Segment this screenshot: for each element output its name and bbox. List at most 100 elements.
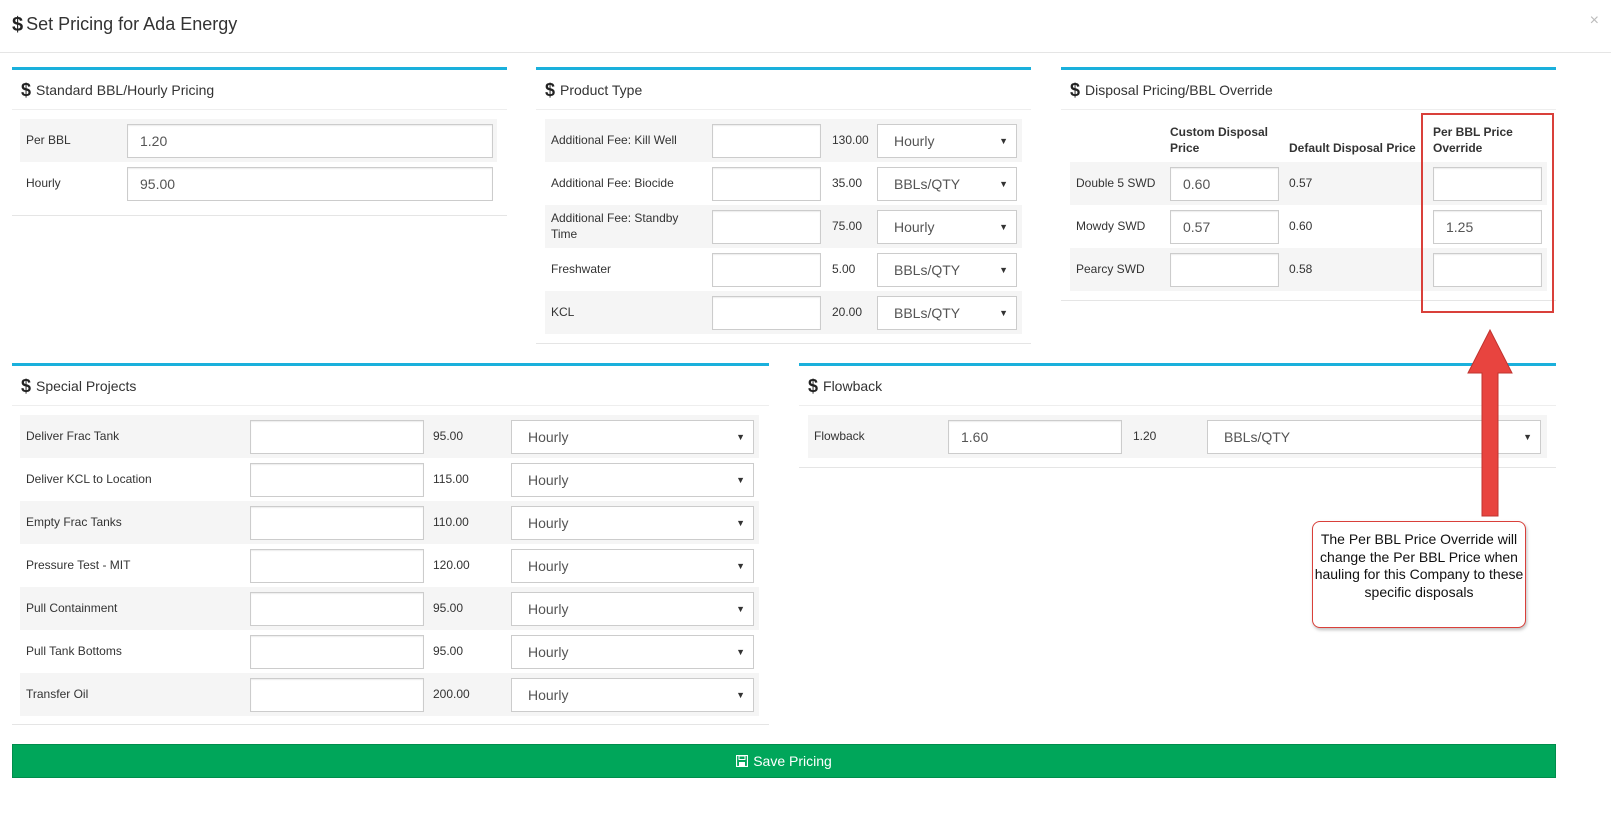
panel-title: Standard BBL/Hourly Pricing bbox=[36, 81, 215, 98]
dollar-icon: $ bbox=[12, 13, 24, 36]
row-label: Double 5 SWD bbox=[1076, 176, 1156, 190]
flowback-price-input[interactable] bbox=[948, 420, 1122, 454]
chevron-down-icon: ▼ bbox=[1523, 432, 1532, 442]
unit-select[interactable]: Hourly ▼ bbox=[511, 506, 754, 540]
unit-value: Hourly bbox=[528, 558, 569, 574]
custom-price-input[interactable] bbox=[1170, 210, 1279, 244]
product-row: Additional Fee: Biocide 35.00 BBLs/QTY ▼ bbox=[545, 162, 1022, 205]
default-price: 0.58 bbox=[1289, 262, 1313, 276]
unit-select[interactable]: Hourly ▼ bbox=[511, 420, 754, 454]
chevron-down-icon: ▼ bbox=[736, 475, 745, 485]
unit-value: Hourly bbox=[528, 429, 569, 445]
special-price-input[interactable] bbox=[250, 420, 424, 454]
special-row: Deliver KCL to Location 115.00 Hourly ▼ bbox=[20, 458, 759, 501]
chevron-down-icon: ▼ bbox=[736, 690, 745, 700]
product-row: KCL 20.00 BBLs/QTY ▼ bbox=[545, 291, 1022, 334]
unit-value: BBLs/QTY bbox=[894, 176, 961, 192]
row-label: Pull Tank Bottoms bbox=[26, 644, 122, 658]
custom-price-input[interactable] bbox=[1170, 253, 1279, 287]
unit-select[interactable]: Hourly ▼ bbox=[877, 124, 1017, 158]
default-price: 75.00 bbox=[832, 219, 863, 233]
special-price-input[interactable] bbox=[250, 549, 424, 583]
modal-header: $ Set Pricing for Ada Energy × bbox=[0, 0, 1611, 53]
unit-value: Hourly bbox=[528, 515, 569, 531]
special-price-input[interactable] bbox=[250, 635, 424, 669]
unit-select[interactable]: Hourly ▼ bbox=[511, 549, 754, 583]
special-price-input[interactable] bbox=[250, 463, 424, 497]
chevron-down-icon: ▼ bbox=[999, 136, 1008, 146]
annotation-callout: The Per BBL Price Override will change t… bbox=[1312, 521, 1526, 628]
default-price: 95.00 bbox=[433, 601, 464, 615]
unit-select[interactable]: BBLs/QTY ▼ bbox=[877, 167, 1017, 201]
unit-select[interactable]: Hourly ▼ bbox=[511, 678, 754, 712]
floppy-disk-icon bbox=[736, 755, 749, 767]
default-price: 95.00 bbox=[433, 644, 464, 658]
per-bbl-input[interactable] bbox=[127, 124, 493, 158]
special-projects-heading: $ Special Projects bbox=[12, 366, 769, 406]
chevron-down-icon: ▼ bbox=[736, 561, 745, 571]
dollar-icon: $ bbox=[1070, 79, 1081, 100]
standard-pricing-heading: $ Standard BBL/Hourly Pricing bbox=[12, 70, 507, 110]
dollar-icon: $ bbox=[808, 375, 819, 396]
chevron-down-icon: ▼ bbox=[999, 179, 1008, 189]
special-row: Transfer Oil 200.00 Hourly ▼ bbox=[20, 673, 759, 716]
default-price: 110.00 bbox=[433, 515, 469, 529]
unit-select[interactable]: BBLs/QTY ▼ bbox=[877, 253, 1017, 287]
unit-value: BBLs/QTY bbox=[894, 305, 961, 321]
product-row: Additional Fee: Kill Well 130.00 Hourly ▼ bbox=[545, 119, 1022, 162]
product-fee-input[interactable] bbox=[712, 124, 821, 158]
callout-arrow bbox=[1467, 328, 1513, 517]
special-price-input[interactable] bbox=[250, 678, 424, 712]
product-fee-input[interactable] bbox=[712, 210, 821, 244]
special-row: Pull Containment 95.00 Hourly ▼ bbox=[20, 587, 759, 630]
special-price-input[interactable] bbox=[250, 506, 424, 540]
unit-value: Hourly bbox=[528, 472, 569, 488]
row-label: Deliver Frac Tank bbox=[26, 429, 120, 443]
unit-select[interactable]: Hourly ▼ bbox=[511, 635, 754, 669]
special-row: Pressure Test - MIT 120.00 Hourly ▼ bbox=[20, 544, 759, 587]
row-label: Hourly bbox=[26, 176, 61, 190]
default-price: 200.00 bbox=[433, 687, 470, 701]
chevron-down-icon: ▼ bbox=[736, 432, 745, 442]
unit-select[interactable]: BBLs/QTY ▼ bbox=[877, 296, 1017, 330]
unit-value: Hourly bbox=[528, 687, 569, 703]
dollar-icon: $ bbox=[21, 79, 32, 100]
unit-select[interactable]: Hourly ▼ bbox=[877, 210, 1017, 244]
default-price: 120.00 bbox=[433, 558, 470, 572]
chevron-down-icon: ▼ bbox=[999, 222, 1008, 232]
row-label: KCL bbox=[551, 305, 575, 319]
flowback-row: Flowback 1.20 BBLs/QTY ▼ bbox=[808, 415, 1547, 458]
modal-title: $ Set Pricing for Ada Energy bbox=[12, 14, 237, 35]
standard-row-per-bbl: Per BBL bbox=[20, 119, 497, 162]
default-price: 95.00 bbox=[433, 429, 464, 443]
flowback-heading: $ Flowback bbox=[799, 366, 1556, 406]
unit-select[interactable]: Hourly ▼ bbox=[511, 592, 754, 626]
default-price: 5.00 bbox=[832, 262, 856, 276]
product-fee-input[interactable] bbox=[712, 253, 821, 287]
panel-title: Special Projects bbox=[36, 377, 137, 394]
unit-select[interactable]: Hourly ▼ bbox=[511, 463, 754, 497]
unit-value: Hourly bbox=[528, 644, 569, 660]
modal-title-text: Set Pricing for Ada Energy bbox=[26, 14, 238, 34]
default-price: 130.00 bbox=[832, 133, 869, 147]
default-price: 0.57 bbox=[1289, 176, 1313, 190]
custom-price-input[interactable] bbox=[1170, 167, 1279, 201]
override-highlight-box bbox=[1421, 113, 1554, 313]
chevron-down-icon: ▼ bbox=[736, 604, 745, 614]
row-label: Per BBL bbox=[26, 133, 71, 147]
product-fee-input[interactable] bbox=[712, 167, 821, 201]
chevron-down-icon: ▼ bbox=[736, 518, 745, 528]
special-price-input[interactable] bbox=[250, 592, 424, 626]
hourly-input[interactable] bbox=[127, 167, 493, 201]
default-price: 35.00 bbox=[832, 176, 863, 190]
product-row: Additional Fee: Standby Time 75.00 Hourl… bbox=[545, 205, 1022, 248]
row-label: Empty Frac Tanks bbox=[26, 515, 122, 529]
product-fee-input[interactable] bbox=[712, 296, 821, 330]
close-button[interactable]: × bbox=[1590, 12, 1599, 30]
default-price: 115.00 bbox=[433, 472, 469, 486]
row-label: Pressure Test - MIT bbox=[26, 558, 131, 572]
save-pricing-button[interactable]: Save Pricing bbox=[12, 744, 1556, 778]
unit-value: Hourly bbox=[528, 601, 569, 617]
row-label: Additional Fee: Kill Well bbox=[551, 133, 677, 147]
default-price: 1.20 bbox=[1133, 429, 1157, 443]
